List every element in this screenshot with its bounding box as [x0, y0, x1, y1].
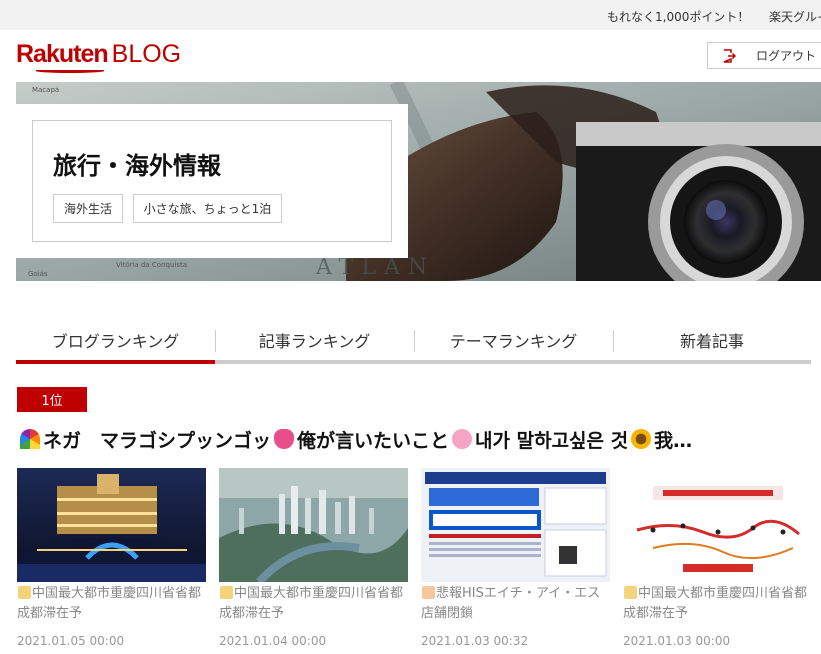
memo-icon: [18, 586, 31, 599]
rainbow-icon: [20, 429, 40, 449]
article-title-text: 中国最大都市重慶四川省省都成都滞在予: [17, 586, 202, 621]
article-title-text: 中国最大都市重慶四川省省都成都滞在予: [219, 586, 404, 621]
article-title[interactable]: 中国最大都市重慶四川省省都成都滞在予: [623, 584, 812, 624]
blog-title[interactable]: 旅行・海外情報: [53, 146, 221, 181]
rakuten-group-link[interactable]: 楽天グル−: [769, 8, 821, 25]
article-card[interactable]: 中国最大都市重慶四川省省都成都滞在予 2021.01.05 00:00: [17, 468, 206, 648]
article-card[interactable]: 中国最大都市重慶四川省省都成都滞在予 2021.01.03 00:00: [623, 468, 812, 648]
logout-label: ログアウト: [756, 49, 817, 63]
logout-icon: [722, 48, 736, 63]
article-date: 2021.01.03 00:32: [421, 634, 529, 648]
tab-blog-ranking[interactable]: ブログランキング: [16, 328, 215, 354]
article-date: 2021.01.03 00:00: [623, 634, 731, 648]
blog-title-frame: 旅行・海外情報 海外生活 小さな旅、ちょっと1泊: [32, 120, 392, 242]
sunflower-icon: [631, 429, 652, 449]
article-date: 2021.01.04 00:00: [219, 634, 327, 648]
tab-article-ranking[interactable]: 記事ランキング: [215, 328, 414, 354]
ranked-blog-title[interactable]: ネガ マラゴシプッンゴッ 俺が言いたいこと 내가 말하고싶은 것 我…: [17, 424, 812, 454]
svg-text:Macapá: Macapá: [32, 86, 59, 94]
tulip-icon: [274, 429, 295, 449]
ranked-blog-title-part: ネガ マラゴシプッンゴッ: [43, 429, 272, 452]
ranked-blog-title-part: 내가 말하고싶은 것: [475, 429, 629, 452]
tab-theme-ranking[interactable]: テーマランキング: [414, 328, 613, 354]
article-card[interactable]: 悲報HISエイチ・アイ・エス店舗閉鎖 2021.01.03 00:32: [421, 468, 610, 648]
active-tab-indicator: [16, 360, 215, 364]
article-title[interactable]: 中国最大都市重慶四川省省都成都滞在予: [17, 584, 206, 624]
article-thumbnail[interactable]: [623, 468, 812, 582]
category-tag-short-trip[interactable]: 小さな旅、ちょっと1泊: [133, 194, 282, 223]
article-card[interactable]: 中国最大都市重慶四川省省都成都滞在予 2021.01.04 00:00: [219, 468, 408, 648]
article-title-text: 中国最大都市重慶四川省省都成都滞在予: [623, 586, 808, 621]
article-title[interactable]: 悲報HISエイチ・アイ・エス店舗閉鎖: [421, 584, 610, 624]
hand-icon: [422, 586, 435, 599]
memo-icon: [220, 586, 233, 599]
ranking-tabs: ブログランキング 記事ランキング テーマランキング 新着記事: [16, 320, 811, 366]
promo-link[interactable]: もれなく1,000ポイント！: [607, 8, 749, 25]
article-date: 2021.01.05 00:00: [17, 634, 125, 648]
article-thumbnail[interactable]: [421, 468, 610, 582]
logo-sub-text: BLOG: [111, 40, 182, 68]
top-utility-bar: もれなく1,000ポイント！ 楽天グル−: [0, 0, 821, 30]
category-tag-overseas-life[interactable]: 海外生活: [53, 194, 123, 223]
logo-swoosh: [36, 69, 104, 73]
article-thumbnail[interactable]: [219, 468, 408, 582]
ranked-blog-title-part: 我…: [654, 429, 693, 452]
svg-text:Vitória da Conquista: Vitória da Conquista: [116, 261, 187, 269]
article-title-text: 悲報HISエイチ・アイ・エス店舗閉鎖: [421, 586, 601, 621]
svg-text:Goiás: Goiás: [28, 270, 48, 278]
rakuten-blog-logo[interactable]: Rakuten BLOG: [16, 40, 182, 73]
logo-main-text: Rakuten: [16, 40, 109, 68]
memo-icon: [624, 586, 637, 599]
cherry-blossom-icon: [452, 429, 473, 449]
blog-title-card: 旅行・海外情報 海外生活 小さな旅、ちょっと1泊: [16, 104, 408, 258]
ranked-blog-title-part: 俺が言いたいこと: [297, 429, 450, 452]
article-title[interactable]: 中国最大都市重慶四川省省都成都滞在予: [219, 584, 408, 624]
rank-badge: 1位: [17, 387, 87, 412]
site-header: Rakuten BLOG ログアウト: [0, 30, 821, 82]
article-thumbnail[interactable]: [17, 468, 206, 582]
logout-button[interactable]: ログアウト: [707, 42, 821, 69]
svg-text:ATLAN: ATLAN: [315, 255, 435, 280]
tab-new-articles[interactable]: 新着記事: [613, 328, 811, 354]
